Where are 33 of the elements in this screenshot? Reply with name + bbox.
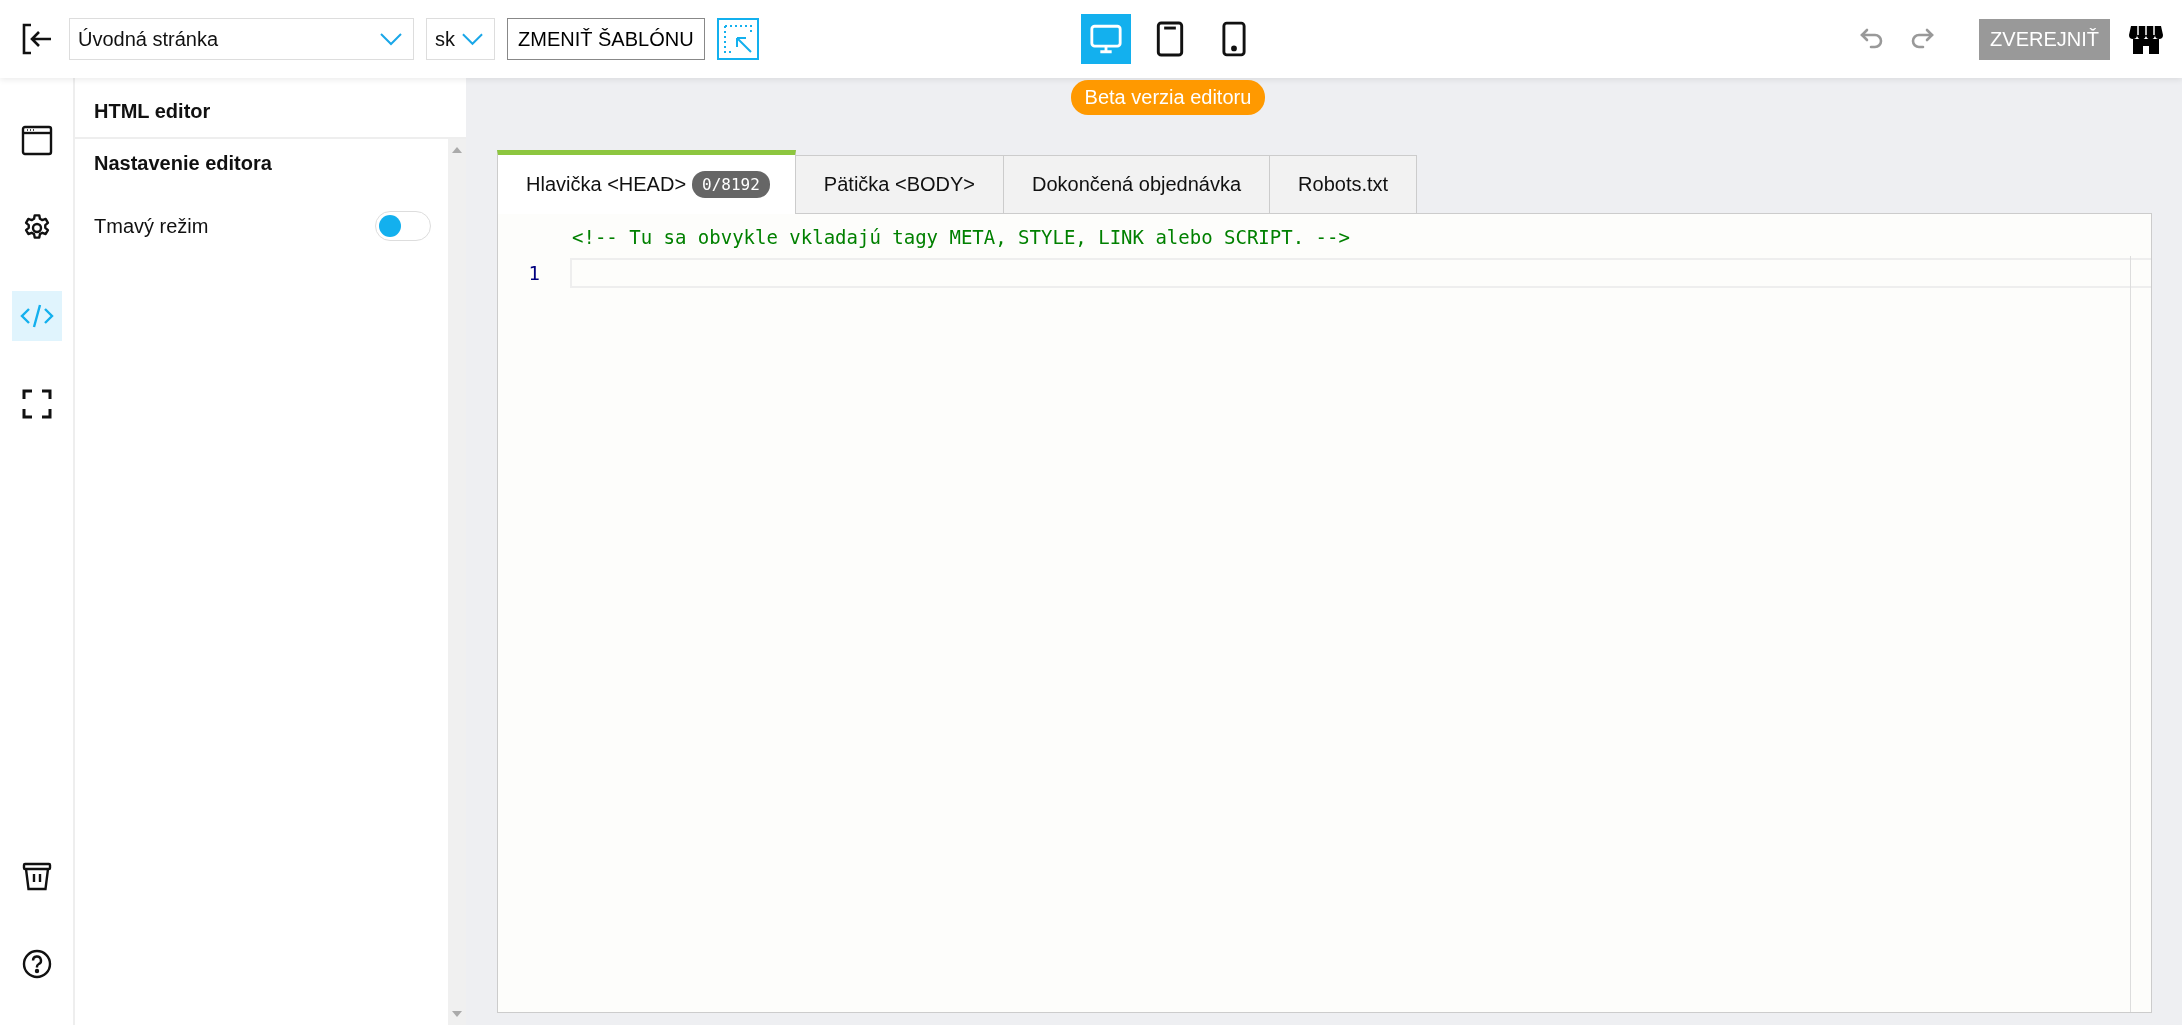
trash-icon bbox=[21, 861, 52, 891]
help-icon bbox=[21, 949, 52, 979]
scrollbar[interactable] bbox=[448, 139, 466, 1025]
exit-icon bbox=[20, 22, 54, 56]
change-template-button[interactable]: ZMENIŤ ŠABLÓNU bbox=[507, 18, 705, 60]
editor-tab[interactable]: Robots.txt bbox=[1269, 155, 1418, 213]
editor-tab[interactable]: Pätička <BODY> bbox=[794, 155, 1005, 213]
tablet-icon bbox=[1154, 20, 1185, 58]
editor-tab[interactable]: Dokončená objednávka bbox=[1003, 155, 1271, 213]
scroll-up-arrow-icon[interactable] bbox=[452, 147, 462, 153]
exit-button[interactable] bbox=[20, 22, 54, 56]
browser-window-icon bbox=[20, 124, 53, 156]
section-heading: Nastavenie editora bbox=[94, 152, 273, 175]
code-input-line[interactable] bbox=[570, 258, 2151, 288]
language-dropdown[interactable]: sk bbox=[426, 18, 495, 60]
character-count-badge: 0/8192 bbox=[692, 171, 770, 198]
redo-icon bbox=[1909, 27, 1936, 51]
fullscreen-icon bbox=[21, 389, 52, 419]
code-editor[interactable]: <!-- Tu sa obvykle vkladajú tagy META, STYLE, LINK alebo SCRIPT. --> 1 bbox=[497, 213, 2152, 1013]
editor-tab[interactable]: Hlavička <HEAD> 0/8192 bbox=[497, 150, 796, 214]
setting-label: Tmavý režim bbox=[94, 214, 209, 238]
beta-badge: Beta verzia editoru bbox=[1070, 80, 1266, 115]
page-dropdown[interactable]: Úvodná stránka bbox=[69, 18, 414, 60]
code-icon bbox=[19, 303, 54, 329]
toggle-switch[interactable] bbox=[375, 211, 431, 241]
chevron-down-icon bbox=[461, 32, 484, 46]
monitor-icon bbox=[1088, 22, 1123, 56]
chevron-down-icon bbox=[379, 32, 403, 46]
line-number: 1 bbox=[527, 262, 540, 284]
code-comment: <!-- Tu sa obvykle vkladajú tagy META, STYLE, LINK alebo SCRIPT. --> bbox=[571, 225, 1351, 248]
storefront-icon[interactable] bbox=[2128, 23, 2164, 55]
smartphone-icon bbox=[1220, 20, 1247, 58]
scroll-down-arrow-icon[interactable] bbox=[452, 1011, 462, 1017]
